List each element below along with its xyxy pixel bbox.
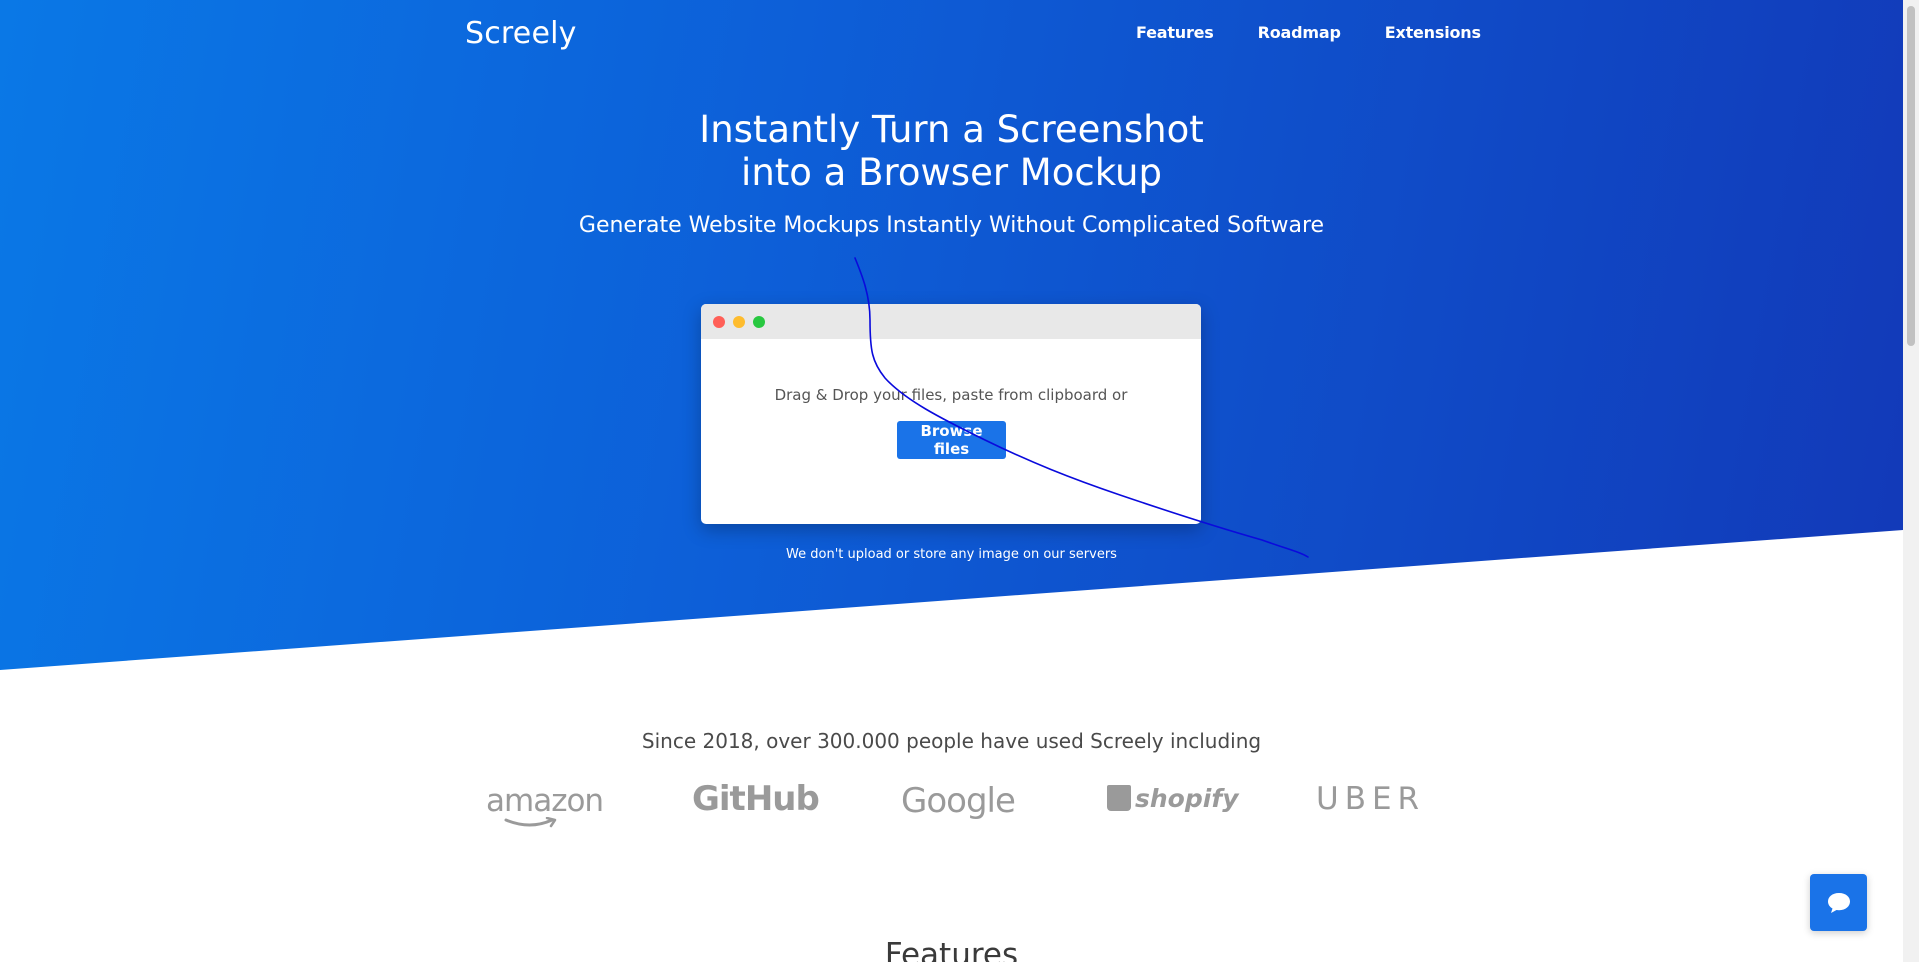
- shopify-bag-icon: [1107, 785, 1131, 811]
- social-proof-headline: Since 2018, over 300.000 people have use…: [641, 729, 1262, 753]
- amazon-logo-text: amazon: [486, 783, 604, 819]
- page: Screely Features Roadmap Extensions Inst…: [0, 0, 1919, 962]
- google-logo: Google: [901, 781, 1016, 821]
- brand-logo[interactable]: Screely: [465, 16, 577, 51]
- upload-dropzone[interactable]: Drag & Drop your files, paste from clipb…: [701, 304, 1201, 524]
- customer-logos: amazon GitHub Google shopify UBER: [470, 775, 1430, 835]
- shopify-logo: shopify: [1107, 784, 1239, 813]
- hero-title-line-2: into a Browser Mockup: [741, 151, 1162, 194]
- github-logo: GitHub: [692, 779, 820, 819]
- window-maximize-dot-icon: [753, 316, 765, 328]
- top-nav: Screely Features Roadmap Extensions: [0, 0, 1903, 68]
- features-heading: Features: [884, 937, 1019, 962]
- dropzone-instructions: Drag & Drop your files, paste from clipb…: [774, 386, 1128, 404]
- window-close-dot-icon: [713, 316, 725, 328]
- page-scrollbar[interactable]: [1903, 0, 1919, 962]
- browser-titlebar: [701, 304, 1201, 339]
- hero-subtitle: Generate Website Mockups Instantly Witho…: [578, 213, 1325, 238]
- window-minimize-dot-icon: [733, 316, 745, 328]
- amazon-smile-icon: [504, 817, 557, 828]
- uber-logo: UBER: [1316, 781, 1426, 817]
- chat-bubble-icon: [1828, 893, 1850, 913]
- shopify-logo-text: shopify: [1135, 784, 1239, 813]
- nav-links: Features Roadmap Extensions: [1136, 23, 1481, 42]
- nav-link-features[interactable]: Features: [1136, 23, 1214, 42]
- privacy-note: We don't upload or store any image on ou…: [786, 547, 1117, 562]
- scrollbar-thumb[interactable]: [1907, 6, 1915, 346]
- browse-files-button[interactable]: Browse files: [897, 421, 1006, 459]
- hero-title: Instantly Turn a Screenshot into a Brows…: [0, 108, 1903, 194]
- nav-link-extensions[interactable]: Extensions: [1385, 23, 1481, 42]
- chat-button[interactable]: [1810, 874, 1867, 931]
- nav-link-roadmap[interactable]: Roadmap: [1258, 23, 1341, 42]
- hero-title-line-1: Instantly Turn a Screenshot: [699, 108, 1204, 151]
- amazon-logo: amazon: [486, 783, 604, 828]
